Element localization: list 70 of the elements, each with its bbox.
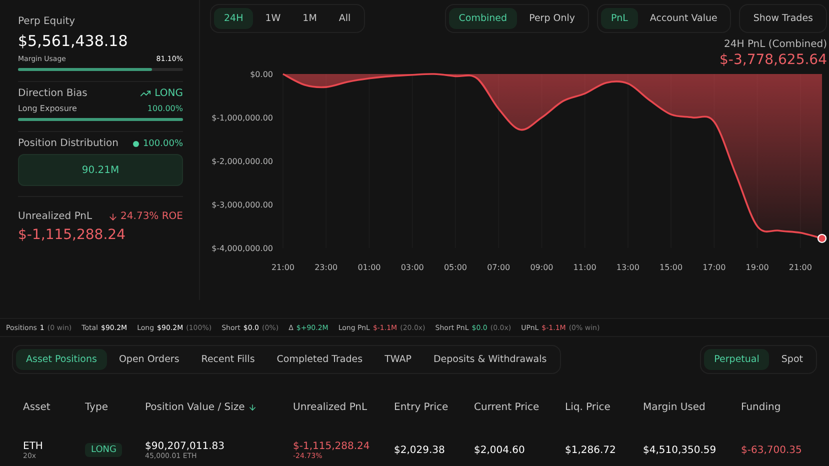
scope-tab[interactable]: Perp Only <box>519 8 586 29</box>
y-axis-label: $-1,000,000.00 <box>212 114 273 122</box>
show-trades-button[interactable]: Show Trades <box>743 8 823 29</box>
column-header[interactable]: Current Price <box>474 392 565 422</box>
equity-label: Perp Equity <box>18 16 76 27</box>
current-point <box>817 234 827 244</box>
table-tab[interactable]: Recent Fills <box>191 349 265 370</box>
entry-price: $2,029.38 <box>394 444 446 456</box>
x-axis-label: 01:00 <box>358 263 381 272</box>
x-axis-label: 11:00 <box>573 263 596 272</box>
position-value: $90,207,011.83 <box>145 440 226 452</box>
table-tab[interactable]: TWAP <box>374 349 422 370</box>
x-axis-label: 07:00 <box>487 263 510 272</box>
position-type-tag: LONG <box>85 443 122 457</box>
distribution-bar: 90.21M <box>18 154 183 186</box>
column-header[interactable]: Funding <box>741 392 829 422</box>
market-tab[interactable]: Perpetual <box>704 349 770 370</box>
direction-bias: LONG <box>154 88 183 99</box>
y-axis-label: $-3,000,000.00 <box>212 200 273 210</box>
range-tab[interactable]: 24H <box>214 8 254 29</box>
metric-tab[interactable]: Account Value <box>640 8 728 29</box>
column-header[interactable]: Position Value / Size <box>145 392 293 422</box>
column-header[interactable]: Asset <box>23 392 85 422</box>
equity-value: $5,561,438.18 <box>18 32 129 50</box>
direction-label: Direction Bias <box>18 88 88 99</box>
asset-name: ETH <box>23 440 44 452</box>
chart-summary-value: $-3,778,625.64 <box>720 52 827 68</box>
column-header[interactable]: Unrealized PnL <box>293 392 394 422</box>
scope-tab[interactable]: Combined <box>448 8 518 29</box>
column-header[interactable]: Margin Used <box>643 392 741 422</box>
chart-summary-label: 24H PnL (Combined) <box>724 39 827 50</box>
column-header[interactable]: Liq. Price <box>565 392 643 422</box>
unrealized-pnl: $-1,115,288.24 <box>293 440 371 452</box>
current-price: $2,004.60 <box>474 444 526 456</box>
metric-tab[interactable]: PnL <box>601 8 638 29</box>
exposure-label: Long Exposure <box>18 104 77 113</box>
y-axis-label: $-2,000,000.00 <box>212 157 273 166</box>
distribution-share: 100.00% <box>142 138 183 148</box>
x-axis-label: 15:00 <box>660 263 683 272</box>
x-axis-label: 17:00 <box>702 263 726 272</box>
y-axis-label: $0.00 <box>250 70 273 79</box>
x-axis-label: 13:00 <box>616 263 640 272</box>
table-tab[interactable]: Deposits & Withdrawals <box>423 349 557 370</box>
table-tab[interactable]: Asset Positions <box>16 349 107 370</box>
upnl-value: $-1,115,288.24 <box>18 227 126 243</box>
x-axis-label: 09:00 <box>530 263 554 272</box>
column-header[interactable]: Type <box>85 392 145 422</box>
range-tab[interactable]: 1W <box>255 8 291 29</box>
trend-up-icon <box>140 88 151 99</box>
funding: $-63,700.35 <box>741 444 803 456</box>
table-tab[interactable]: Completed Trades <box>266 349 373 370</box>
x-axis-label: 23:00 <box>314 263 338 272</box>
x-axis-label: 21:00 <box>271 263 295 272</box>
margin-used: $4,510,350.59 <box>643 444 718 456</box>
arrow-down-icon <box>108 212 118 222</box>
distribution-label: Position Distribution <box>18 138 118 149</box>
column-header[interactable]: Entry Price <box>394 392 474 422</box>
range-tab[interactable]: 1M <box>292 8 327 29</box>
y-axis-label: $-4,000,000.00 <box>212 244 273 253</box>
upnl-label: Unrealized PnL <box>18 211 92 222</box>
table-tab[interactable]: Open Orders <box>108 349 190 370</box>
x-axis-label: 03:00 <box>400 263 424 272</box>
x-axis-label: 19:00 <box>746 263 769 272</box>
x-axis-label: 05:00 <box>444 263 467 272</box>
exposure-value: 100.00% <box>147 104 183 113</box>
liquidation-price: $1,286.72 <box>565 444 617 456</box>
roe-value: 24.73% ROE <box>120 211 183 222</box>
x-axis-label: 21:00 <box>788 263 812 272</box>
range-tab[interactable]: All <box>328 8 361 29</box>
market-tab[interactable]: Spot <box>771 349 813 370</box>
